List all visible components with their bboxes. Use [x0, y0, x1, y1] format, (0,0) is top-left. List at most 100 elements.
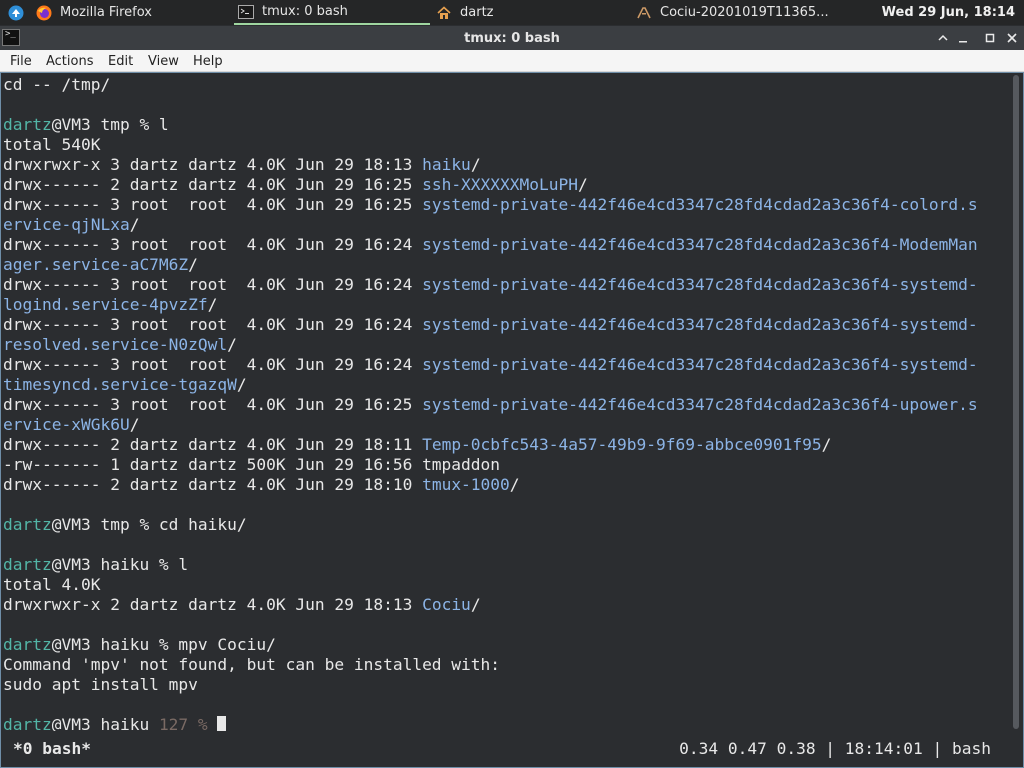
terminal-line: drwx------ 3 root root 4.0K Jun 29 16:24… [3, 235, 1003, 255]
minimize-icon [959, 41, 967, 43]
terminal-area[interactable]: cd -- /tmp/dartz@VM3 tmp % l total 540K dr… [0, 72, 1024, 768]
app-menu-button[interactable] [8, 0, 34, 25]
terminal-text: drwx------ 3 root root 4.0K Jun 29 16:24 [3, 355, 423, 374]
directory-name: tmux-1000 [422, 475, 510, 494]
directory-name: resolved.service-N0zQwl [3, 335, 228, 354]
directory-name: systemd-private-442f46e4cd3347c28fd4cdad… [422, 235, 978, 254]
minimize-button[interactable] [953, 28, 973, 48]
terminal-line: dartz@VM3 tmp % l [3, 115, 1003, 135]
terminal-text: / [821, 435, 832, 454]
directory-name: Temp-0cbfc543-4a57-49b9-9f69-abbce0901f9… [422, 435, 822, 454]
terminal-text: / [578, 175, 588, 194]
taskbar-item-label: dartz [460, 5, 494, 20]
terminal-line: ager.service-aC7M6Z/ [3, 255, 1003, 275]
menu-view[interactable]: View [148, 50, 179, 72]
taskbar-item-tmux[interactable]: tmux: 0 bash [234, 0, 430, 25]
directory-name: systemd-private-442f46e4cd3347c28fd4cdad… [422, 395, 978, 414]
tmux-status-bar: *0 bash* 0.34 0.47 0.38 | 18:14:01 | bas… [1, 731, 1023, 767]
menu-help[interactable]: Help [193, 50, 223, 72]
terminal-output: cd -- /tmp/dartz@VM3 tmp % l total 540K dr… [3, 75, 1003, 735]
scrollbar-thumb[interactable] [1013, 75, 1019, 729]
directory-name: ager.service-aC7M6Z [3, 255, 189, 274]
terminal-line: logind.service-4pvzZf/ [3, 295, 1003, 315]
scrollbar[interactable] [1009, 73, 1023, 731]
terminal-line: timesyncd.service-tgazqW/ [3, 375, 1003, 395]
taskbar-item-firefox[interactable]: Mozilla Firefox [36, 0, 226, 25]
taskbar-item-label: Mozilla Firefox [60, 5, 152, 20]
menu-file[interactable]: File [10, 50, 32, 72]
terminal-text: drwx------ 3 root root 4.0K Jun 29 16:24 [3, 275, 423, 294]
terminal-text: / [129, 415, 140, 434]
directory-name: systemd-private-442f46e4cd3347c28fd4cdad… [422, 315, 978, 334]
terminal-line: drwx------ 3 root root 4.0K Jun 29 16:24… [3, 315, 1003, 335]
terminal-text: / [470, 595, 481, 614]
terminal-line: drwxrwxr-x 3 dartz dartz 4.0K Jun 29 18:… [3, 155, 1003, 175]
terminal-text: drwx------ 3 root root 4.0K Jun 29 16:25 [3, 395, 423, 414]
terminal-line: drwx------ 3 root root 4.0K Jun 29 16:24… [3, 275, 1003, 295]
taskbar-item-label: tmux: 0 bash [262, 4, 348, 19]
terminal-line: ervice-xWGk6U/ [3, 415, 1003, 435]
prompt-user: dartz [3, 635, 52, 654]
terminal-line: cd -- /tmp/ [3, 75, 1003, 95]
terminal-line: drwx------ 3 root root 4.0K Jun 29 16:24… [3, 355, 1003, 375]
terminal-line: total 540K [3, 135, 1003, 155]
terminal-line: resolved.service-N0zQwl/ [3, 335, 1003, 355]
terminal-text: drwx------ 2 dartz dartz 4.0K Jun 29 18:… [3, 435, 423, 454]
terminal-text: cd -- /tmp/ [3, 75, 111, 94]
prompt-user: dartz [3, 115, 52, 134]
prompt-user: dartz [3, 555, 52, 574]
menu-edit[interactable]: Edit [108, 50, 133, 72]
terminal-text: / [207, 295, 218, 314]
terminal-text: drwxrwxr-x 2 dartz dartz 4.0K Jun 29 18:… [3, 595, 423, 614]
window-title: tmux: 0 bash [464, 30, 560, 46]
menu-actions[interactable]: Actions [46, 50, 94, 72]
terminal-line: drwx------ 2 dartz dartz 4.0K Jun 29 18:… [3, 475, 1003, 495]
terminal-line: dartz@VM3 haiku % l [3, 555, 1003, 575]
terminal-text: @VM3 haiku % l [51, 555, 189, 574]
maximize-up-button[interactable] [933, 28, 953, 48]
terminal-text: / [470, 155, 481, 174]
directory-name: timesyncd.service-tgazqW [3, 375, 237, 394]
terminal-text: @VM3 tmp % cd haiku/ [51, 515, 247, 534]
directory-name: haiku [422, 155, 471, 174]
taskbar-item-label: Cociu-20201019T11365... [660, 5, 829, 20]
directory-name: systemd-private-442f46e4cd3347c28fd4cdad… [422, 355, 978, 374]
directory-name: systemd-private-442f46e4cd3347c28fd4cdad… [422, 275, 978, 294]
window-titlebar[interactable]: >_ tmux: 0 bash [0, 26, 1024, 50]
terminal-line: dartz@VM3 tmp % cd haiku/ [3, 515, 1003, 535]
terminal-text: / [227, 335, 237, 354]
terminal-line: drwx------ 2 dartz dartz 4.0K Jun 29 18:… [3, 435, 1003, 455]
clock[interactable]: Wed 29 Jun, 18:14 [882, 0, 1015, 25]
taskbar-item-cociu[interactable]: Cociu-20201019T11365... [636, 0, 836, 25]
terminal-line: total 4.0K [3, 575, 1003, 595]
close-icon [1007, 33, 1017, 43]
close-button[interactable] [1002, 28, 1022, 48]
terminal-text: / [129, 215, 140, 234]
maximize-button[interactable] [980, 28, 1000, 48]
terminal-text: @VM3 haiku % mpv Cociu/ [51, 635, 276, 654]
terminal-line: sudo apt install mpv [3, 675, 1003, 695]
terminal-text: / [188, 255, 198, 274]
terminal-line: -rw------- 1 dartz dartz 500K Jun 29 16:… [3, 455, 1003, 475]
terminal-text: total 4.0K [3, 575, 101, 594]
maximize-icon [985, 33, 995, 43]
taskbar-item-dartz[interactable]: dartz [436, 0, 626, 25]
media-icon [637, 6, 651, 18]
chevron-up-icon [938, 34, 948, 41]
terminal-text: drwx------ 3 root root 4.0K Jun 29 16:24 [3, 235, 423, 254]
terminal-text: / [509, 475, 520, 494]
menubar: File Actions Edit View Help [0, 50, 1024, 72]
terminal-line: drwxrwxr-x 2 dartz dartz 4.0K Jun 29 18:… [3, 595, 1003, 615]
terminal-text: Command 'mpv' not found, but can be inst… [3, 655, 501, 674]
terminal-text: drwx------ 3 root root 4.0K Jun 29 16:25 [3, 195, 423, 214]
terminal-line: drwx------ 3 root root 4.0K Jun 29 16:25… [3, 195, 1003, 215]
tmux-status-right: 0.34 0.47 0.38 | 18:14:01 | bash [679, 739, 991, 758]
terminal-text: / [236, 375, 247, 394]
tmux-window-label: *0 bash* [13, 739, 91, 758]
terminal-line: drwx------ 3 root root 4.0K Jun 29 16:25… [3, 395, 1003, 415]
terminal-line: drwx------ 2 dartz dartz 4.0K Jun 29 16:… [3, 175, 1003, 195]
terminal-line: ervice-qjNLxa/ [3, 215, 1003, 235]
